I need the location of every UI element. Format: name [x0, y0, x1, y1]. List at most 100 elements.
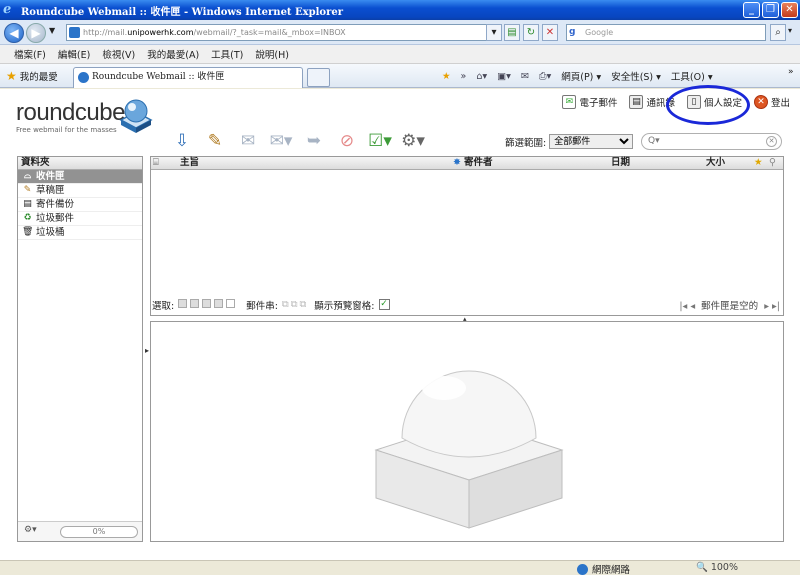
column-subject[interactable]: 主旨	[180, 157, 199, 169]
search-button[interactable]: ⌕	[770, 24, 786, 41]
favorites-bar: ★ 我的最愛 Roundcube Webmail :: 收件匣 ★ » ⌂▾ ▣…	[0, 64, 800, 88]
forward-icon[interactable]: ➥	[302, 130, 326, 152]
stop-button[interactable]: ✕	[542, 24, 558, 41]
window-titlebar: ℯ Roundcube Webmail :: 收件匣 - Windows Int…	[0, 0, 800, 20]
clear-search-icon[interactable]: ✕	[766, 136, 777, 147]
mail-nav-icon: ✉	[562, 95, 577, 109]
feeds-icon[interactable]: ▣▾	[497, 71, 511, 82]
preview-pane-checkbox[interactable]: ✓	[378, 299, 390, 310]
browser-tab[interactable]: Roundcube Webmail :: 收件匣	[73, 67, 303, 88]
menu-view[interactable]: 檢視(V)	[102, 47, 135, 61]
preview-pane	[150, 321, 784, 542]
next-page-icon[interactable]: ▸	[764, 301, 769, 312]
globe-icon	[577, 563, 588, 575]
column-size[interactable]: 大小	[706, 157, 725, 169]
window-title: Roundcube Webmail :: 收件匣 - Windows Inter…	[21, 6, 343, 18]
menu-favorites[interactable]: 我的最愛(A)	[147, 47, 199, 61]
quick-search-input[interactable]: Q▾ ✕	[641, 133, 782, 150]
settings-highlight-circle	[666, 85, 750, 125]
prev-page-icon[interactable]: ◂	[690, 301, 695, 312]
favorites-label: 我的最愛	[19, 72, 58, 83]
reply-icon[interactable]: ✉	[236, 130, 260, 152]
folder-sent[interactable]: ▤ 寄件備份	[18, 198, 142, 212]
chevron-right-icon[interactable]: »	[788, 67, 794, 77]
more-actions-gear-icon[interactable]: ⚙▾	[401, 130, 425, 152]
expand-threads-icon[interactable]: ⧉	[282, 299, 289, 310]
compatibility-icon[interactable]: ▤	[504, 24, 520, 41]
zoom-level[interactable]: 🔍 100%	[696, 562, 738, 573]
url-host: unipowerhk.com	[127, 28, 194, 37]
print-icon[interactable]: ⎙▾	[539, 71, 551, 82]
recent-pages-dropdown-icon[interactable]: ▼	[49, 26, 55, 35]
compose-icon[interactable]: ✎	[203, 130, 227, 152]
nav-mail[interactable]: ✉ 電子郵件	[562, 95, 617, 109]
delete-icon[interactable]: ⊘	[335, 130, 359, 152]
logo-tagline: Free webmail for the masses	[16, 126, 117, 134]
filter-select[interactable]: 全部郵件	[549, 134, 634, 149]
mail-icon[interactable]: ✉	[521, 71, 529, 82]
maximize-button[interactable]: ❐	[762, 2, 779, 18]
forward-button[interactable]: ▶	[26, 23, 46, 43]
trash-icon: 🗑	[22, 227, 34, 237]
menu-bar: 檔案(F) 編輯(E) 檢視(V) 我的最愛(A) 工具(T) 說明(H)	[0, 45, 800, 64]
add-favorite-icon[interactable]: ★	[442, 71, 451, 82]
select-all-icon[interactable]	[178, 298, 190, 311]
folder-trash[interactable]: 🗑 垃圾桶	[18, 226, 142, 240]
menu-tools[interactable]: 工具(T)	[211, 47, 243, 61]
favorites-star-icon: ★	[6, 69, 17, 83]
search-options-icon[interactable]: ▾	[788, 26, 792, 35]
refresh-button[interactable]: ↻	[523, 24, 539, 41]
search-placeholder: Google	[585, 28, 614, 37]
expand-unread-icon[interactable]: ⧉	[291, 299, 298, 310]
menu-help[interactable]: 說明(H)	[255, 47, 289, 61]
more-favorites-icon[interactable]: »	[461, 71, 467, 82]
address-input[interactable]: http://mail.unipowerhk.com/webmail/?_tas…	[66, 24, 498, 41]
tab-favicon-icon	[78, 72, 89, 83]
search-input[interactable]: g Google	[566, 24, 766, 41]
folder-options-gear-icon[interactable]: ⚙▾	[24, 525, 37, 535]
junk-icon: ♻	[23, 213, 32, 223]
roundcube-logo: roundcube Free webmail for the masses	[16, 101, 125, 135]
page-menu[interactable]: 網頁(P) ▾	[561, 69, 601, 83]
select-current-page-icon[interactable]	[190, 298, 202, 311]
nav-mail-label: 電子郵件	[579, 98, 618, 109]
favorites-button[interactable]: ★ 我的最愛	[6, 69, 58, 83]
address-dropdown-button[interactable]: ▾	[486, 24, 502, 41]
home-icon[interactable]: ⌂▾	[476, 71, 487, 82]
menu-edit[interactable]: 編輯(E)	[58, 47, 90, 61]
new-tab-button[interactable]	[307, 68, 330, 87]
back-button[interactable]: ◀	[4, 23, 24, 43]
select-flagged-icon[interactable]	[214, 298, 226, 311]
logo-cube-icon	[119, 99, 153, 133]
drafts-icon: ✎	[23, 185, 32, 195]
safety-menu[interactable]: 安全性(S) ▾	[611, 69, 661, 83]
nav-logout[interactable]: ✕ 登出	[753, 95, 790, 109]
reply-all-icon[interactable]: ✉▾	[269, 130, 293, 152]
first-page-icon[interactable]: |◂	[679, 301, 687, 312]
column-from[interactable]: ✸ 寄件者	[453, 157, 492, 169]
tools-menu[interactable]: 工具(O) ▾	[671, 69, 713, 83]
folder-junk[interactable]: ♻ 垃圾郵件	[18, 212, 142, 226]
mark-icon[interactable]: ☑▾	[368, 130, 392, 152]
folder-pane: 資料夾 ⌓ 收件匣 ✎ 草稿匣 ▤ 寄件備份 ♻ 垃圾郵件 🗑 垃圾桶 ⚙▾ 0…	[17, 156, 143, 542]
flag-column-icon[interactable]: ★	[754, 157, 763, 169]
vertical-splitter-handle[interactable]: ▸	[145, 346, 149, 355]
menu-file[interactable]: 檔案(F)	[14, 47, 46, 61]
roundcube-watermark-icon	[374, 370, 564, 529]
inbox-icon: ⌓	[23, 171, 32, 181]
folder-drafts[interactable]: ✎ 草稿匣	[18, 184, 142, 198]
select-none-icon[interactable]	[226, 298, 238, 311]
minimize-button[interactable]: _	[743, 2, 760, 18]
close-window-button[interactable]: ✕	[781, 2, 798, 18]
mailbox-empty-message: 郵件匣是空的	[701, 300, 759, 312]
column-date[interactable]: 日期	[611, 157, 630, 169]
collapse-threads-icon[interactable]: ⧉	[300, 299, 307, 310]
last-page-icon[interactable]: ▸|	[772, 301, 780, 312]
roundcube-app: roundcube Free webmail for the masses ✉ …	[0, 85, 800, 560]
message-list-footer: 選取: 郵件串: ⧉ ⧉ ⧉ 顯示預覽窗格: ✓ |◂ ◂ 郵件匣是空的 ▸ ▸…	[150, 296, 784, 313]
select-unread-icon[interactable]	[202, 298, 214, 311]
folder-inbox[interactable]: ⌓ 收件匣	[18, 170, 142, 184]
check-mail-icon[interactable]: ⇩	[170, 130, 194, 152]
url-prefix: http://mail.	[83, 28, 128, 37]
threads-toggle-icon[interactable]: ⌸	[153, 157, 159, 169]
